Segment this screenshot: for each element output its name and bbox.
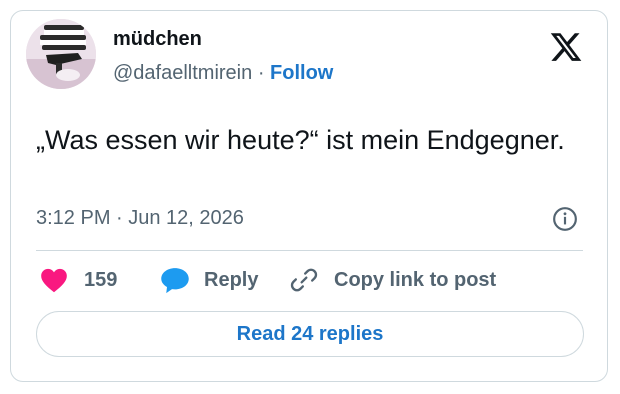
- copy-link-label: Copy link to post: [334, 268, 497, 291]
- author-display-name[interactable]: müdchen: [113, 28, 202, 51]
- reply-label: Reply: [204, 268, 259, 291]
- heart-icon: [41, 268, 67, 293]
- profile-avatar-image: [26, 19, 96, 89]
- follow-button[interactable]: Follow: [270, 62, 333, 84]
- tweet-text: „Was essen wir heute?“ ist mein Endgegne…: [36, 125, 565, 155]
- author-handle-row: @dafaelltmirein · Follow: [113, 62, 333, 85]
- speech-bubble-icon: [161, 268, 189, 294]
- info-icon[interactable]: [552, 206, 578, 232]
- avatar[interactable]: [26, 19, 96, 89]
- read-replies-label: Read 24 replies: [236, 322, 384, 345]
- tweet-timestamp[interactable]: 3:12 PM · Jun 12, 2026: [36, 207, 244, 230]
- link-icon: [290, 268, 318, 292]
- copy-link-button[interactable]: Copy link to post: [290, 264, 496, 296]
- x-logo-icon[interactable]: [548, 30, 584, 64]
- author-handle[interactable]: @dafaelltmirein: [113, 62, 252, 84]
- handle-separator: ·: [257, 62, 265, 84]
- read-replies-button[interactable]: Read 24 replies: [36, 311, 584, 357]
- like-button[interactable]: 159: [40, 264, 117, 296]
- reply-button[interactable]: Reply: [160, 264, 258, 296]
- divider: [36, 250, 583, 251]
- like-count: 159: [84, 268, 118, 291]
